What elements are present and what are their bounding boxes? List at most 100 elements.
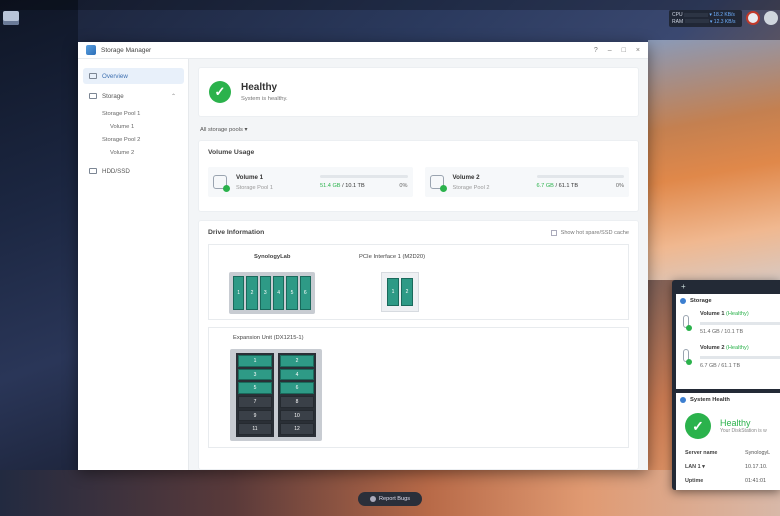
- volume-name: Volume 1: [236, 173, 264, 181]
- volume-used: 51.4 GB: [320, 183, 341, 189]
- health-subtitle: System is healthy.: [241, 96, 288, 102]
- taskbar: [0, 0, 780, 10]
- ram-label: RAM: [672, 18, 684, 25]
- bug-icon: [369, 496, 376, 502]
- health-card: ✓ Healthy System is healthy.: [199, 68, 638, 116]
- storage-manager-app-icon: [86, 45, 96, 55]
- lan-label[interactable]: LAN 1 ▾: [685, 464, 745, 470]
- expansion-drive-bay[interactable]: 7: [238, 396, 272, 408]
- drive-bay[interactable]: 6: [299, 276, 311, 310]
- pcie-card[interactable]: 12: [381, 272, 419, 312]
- volume-percent: 0%: [399, 183, 408, 189]
- expansion-drive-bay[interactable]: 3: [238, 368, 272, 381]
- expansion-drive-bay[interactable]: 5: [238, 382, 272, 395]
- report-bugs-button[interactable]: Report Bugs: [358, 492, 422, 506]
- m2-slot[interactable]: 2: [401, 278, 413, 306]
- hot-spare-checkbox[interactable]: [550, 229, 557, 236]
- drive-bay[interactable]: 1: [233, 276, 245, 310]
- widget-health-subtitle: Your DiskStation is w: [720, 428, 767, 434]
- volume-icon: [213, 175, 230, 192]
- hot-spare-label: Show hot spare/SSD cache: [560, 229, 629, 236]
- hdd-icon: [89, 168, 97, 174]
- widget-volume-item[interactable]: Volume 1 (Healthy) 51.4 GB / 10.1 TB: [676, 304, 780, 335]
- volume-pool: Storage Pool 2: [452, 184, 490, 191]
- storage-pool-filter-dropdown[interactable]: All storage pools ▾: [200, 127, 638, 133]
- storage-widget: Storage Volume 1 (Healthy) 51.4 GB / 10.…: [676, 294, 780, 389]
- drive-information-heading: Drive Information: [208, 229, 265, 236]
- overview-icon: [89, 73, 97, 79]
- sidebar-item-storage[interactable]: Storage ⌃: [83, 88, 184, 104]
- volume-used: 6.7 GB: [536, 183, 554, 189]
- sidebar-item-storage-pool-1[interactable]: Storage Pool 1: [78, 108, 188, 121]
- pcie-label: PCIe Interface 1 (M2D20): [359, 254, 426, 260]
- resource-monitor-widget[interactable]: CPU ▾ 18.2 KB/s RAM ▾ 12.3 KB/s: [669, 10, 742, 27]
- hot-spare-toggle[interactable]: Show hot spare/SSD cache: [550, 229, 629, 236]
- widget-volume-name: Volume 2: [700, 345, 725, 351]
- health-title: Healthy: [241, 82, 278, 93]
- volume-icon: [429, 175, 447, 192]
- drive-bay[interactable]: 4: [272, 276, 285, 310]
- widget-volume-status: (Healthy): [726, 345, 749, 351]
- expansion-drive-bay[interactable]: 6: [280, 382, 314, 395]
- chevron-up-icon[interactable]: ⌃: [171, 93, 176, 100]
- volume-icon: [683, 349, 692, 365]
- window-titlebar[interactable]: Storage Manager ? – □ ×: [78, 42, 648, 59]
- cpu-label: CPU: [672, 12, 683, 18]
- storage-icon: [89, 93, 97, 99]
- widget-volume-usage: 6.7 GB / 61.1 TB: [700, 363, 741, 369]
- expansion-drive-bay[interactable]: 10: [280, 409, 314, 422]
- expansion-unit-panel: Expansion Unit (DX1215-1) 1 3 5 7 9 11 2 4 6 8 10…: [208, 327, 629, 448]
- expansion-drive-bay[interactable]: 9: [238, 409, 272, 422]
- volume-pool: Storage Pool 1: [236, 184, 274, 191]
- widget-volume-usage: 51.4 GB / 10.1 TB: [700, 329, 744, 335]
- user-avatar-icon[interactable]: [764, 11, 778, 25]
- sidebar-item-hdd-ssd[interactable]: HDD/SSD: [83, 163, 184, 179]
- expansion-drive-bay[interactable]: 8: [280, 396, 314, 408]
- cpu-bar: [683, 12, 708, 17]
- widget-health-status: Healthy: [720, 418, 751, 428]
- widget-volume-bar: [700, 356, 780, 359]
- sidebar-item-volume-2[interactable]: Volume 2: [78, 147, 188, 160]
- drive-bay[interactable]: 3: [259, 276, 271, 310]
- help-button[interactable]: ?: [594, 47, 598, 54]
- uptime-label: Uptime: [685, 478, 704, 484]
- nas-chassis[interactable]: 123456: [229, 272, 315, 314]
- lan-row[interactable]: LAN 1 ▾ 10.17.10.: [676, 460, 780, 474]
- sidebar-item-storage-pool-2[interactable]: Storage Pool 2: [78, 134, 188, 147]
- uptime-row: Uptime 01:41:01: [676, 474, 780, 488]
- expansion-label: Expansion Unit (DX1215-1): [233, 335, 304, 341]
- expansion-chassis[interactable]: 1 3 5 7 9 11 2 4 6 8 10 12: [230, 349, 322, 441]
- expansion-drive-bay[interactable]: 12: [280, 423, 314, 436]
- sidebar: Overview Storage ⌃ Storage Pool 1 Volume…: [78, 59, 189, 470]
- drive-bay[interactable]: 2: [246, 276, 258, 310]
- volume-total: / 10.1 TB: [342, 183, 365, 189]
- expansion-drive-bay[interactable]: 2: [280, 355, 314, 367]
- volume-usage-item[interactable]: Volume 1 Storage Pool 1 51.4 GB / 10.1 T…: [208, 167, 413, 197]
- notifications-icon[interactable]: [746, 11, 760, 25]
- sidebar-item-volume-1[interactable]: Volume 1: [78, 121, 188, 134]
- add-widget-button[interactable]: +: [681, 282, 686, 291]
- wallpaper-left: [0, 0, 78, 516]
- volume-usage-bar: [320, 175, 408, 178]
- storage-widget-title: Storage: [690, 298, 712, 304]
- volume-usage-heading: Volume Usage: [208, 149, 255, 156]
- widget-volume-item[interactable]: Volume 2 (Healthy) 6.7 GB / 61.1 TB: [676, 335, 780, 369]
- expansion-drive-bay[interactable]: 1: [238, 355, 272, 367]
- storage-widget-icon: [680, 298, 686, 304]
- drive-bay[interactable]: 5: [286, 276, 298, 310]
- minimize-button[interactable]: –: [608, 47, 612, 54]
- widget-volume-name: Volume 1: [700, 311, 725, 317]
- sidebar-item-label: Storage: [102, 92, 124, 100]
- nas-name: SynologyLab: [254, 254, 291, 260]
- desktop-app-icon[interactable]: [3, 11, 19, 25]
- volume-total: / 61.1 TB: [555, 183, 579, 189]
- close-button[interactable]: ×: [636, 47, 640, 54]
- volume-usage-bar: [536, 175, 624, 178]
- m2-slot[interactable]: 1: [387, 278, 399, 306]
- system-health-widget: System Health ✓ Healthy Your DiskStation…: [676, 393, 780, 490]
- volume-usage-item[interactable]: Volume 2 Storage Pool 2 6.7 GB / 61.1 TB…: [424, 167, 629, 197]
- sidebar-item-overview[interactable]: Overview: [83, 68, 184, 84]
- expansion-drive-bay[interactable]: 11: [238, 423, 272, 436]
- maximize-button[interactable]: □: [622, 47, 626, 54]
- expansion-drive-bay[interactable]: 4: [280, 368, 314, 381]
